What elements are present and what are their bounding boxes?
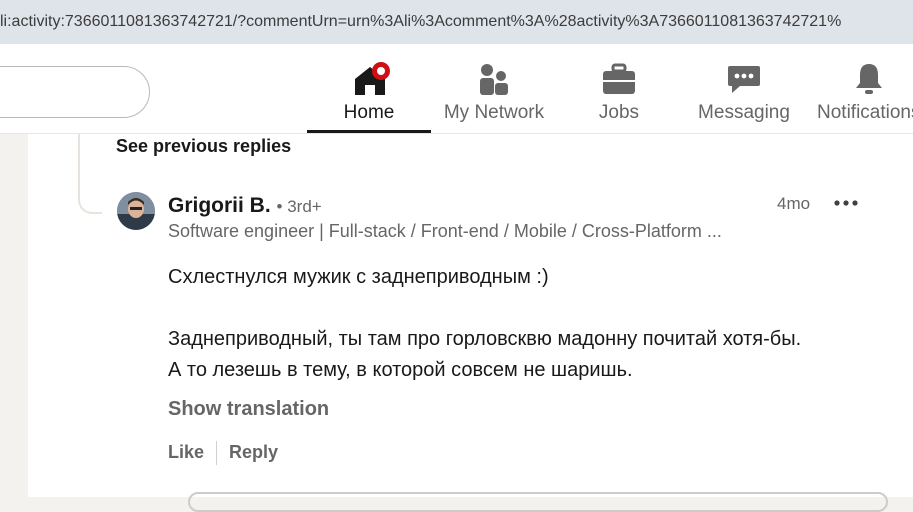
url-text[interactable]: li:activity:7366011081363742721/?comment…: [0, 13, 841, 31]
network-icon: [476, 62, 512, 96]
reply-input[interactable]: [188, 492, 888, 512]
search-input[interactable]: [0, 66, 150, 118]
bell-icon: [851, 62, 887, 96]
more-options-icon[interactable]: [831, 192, 861, 214]
nav-jobs-label: Jobs: [598, 102, 640, 123]
messaging-icon: [726, 62, 762, 96]
nav-messaging[interactable]: Messaging: [681, 44, 807, 133]
avatar[interactable]: [117, 192, 155, 230]
comment-text-line: А то лезешь в тему, в которой совсем не …: [168, 359, 633, 381]
connection-degree: • 3rd+: [276, 197, 322, 216]
comment-author[interactable]: Grigorii B. • 3rd+: [168, 194, 322, 218]
active-indicator: [307, 130, 431, 133]
nav-home[interactable]: Home: [307, 44, 431, 133]
nav-notifications[interactable]: Notifications: [807, 44, 913, 133]
nav-home-label: Home: [343, 102, 395, 123]
thread-connector: [78, 134, 102, 214]
browser-url-bar[interactable]: li:activity:7366011081363742721/?comment…: [0, 0, 913, 44]
nav-messaging-label: Messaging: [698, 102, 790, 123]
nav-jobs[interactable]: Jobs: [557, 44, 681, 133]
comment-text-line: Схлестнулся мужик с заднеприводным :): [168, 266, 549, 288]
nav-my-network-label: My Network: [443, 102, 545, 123]
nav-notifications-label: Notifications: [817, 102, 913, 123]
see-previous-replies-button[interactable]: See previous replies: [116, 136, 291, 157]
comment-actions: Like Reply: [168, 441, 278, 465]
like-button[interactable]: Like: [168, 442, 204, 462]
home-icon: [351, 62, 390, 96]
top-nav: Home My Network Jobs Messaging Notificat…: [0, 44, 913, 134]
comment-section: See previous replies Grigorii B. • 3rd+ …: [28, 134, 913, 512]
author-headline: Software engineer | Full-stack / Front-e…: [168, 221, 722, 241]
show-translation-button[interactable]: Show translation: [168, 398, 329, 421]
comment-body: Схлестнулся мужик с заднеприводным :) За…: [168, 262, 801, 386]
comment-text-line: Заднеприводный, ты там про горловсквю ма…: [168, 328, 802, 350]
nav-my-network[interactable]: My Network: [431, 44, 557, 133]
briefcase-icon: [601, 62, 637, 96]
action-divider: [216, 441, 218, 465]
reply-button[interactable]: Reply: [229, 442, 278, 462]
comment-timestamp: 4mo: [777, 194, 811, 213]
author-name[interactable]: Grigorii B.: [168, 194, 271, 217]
